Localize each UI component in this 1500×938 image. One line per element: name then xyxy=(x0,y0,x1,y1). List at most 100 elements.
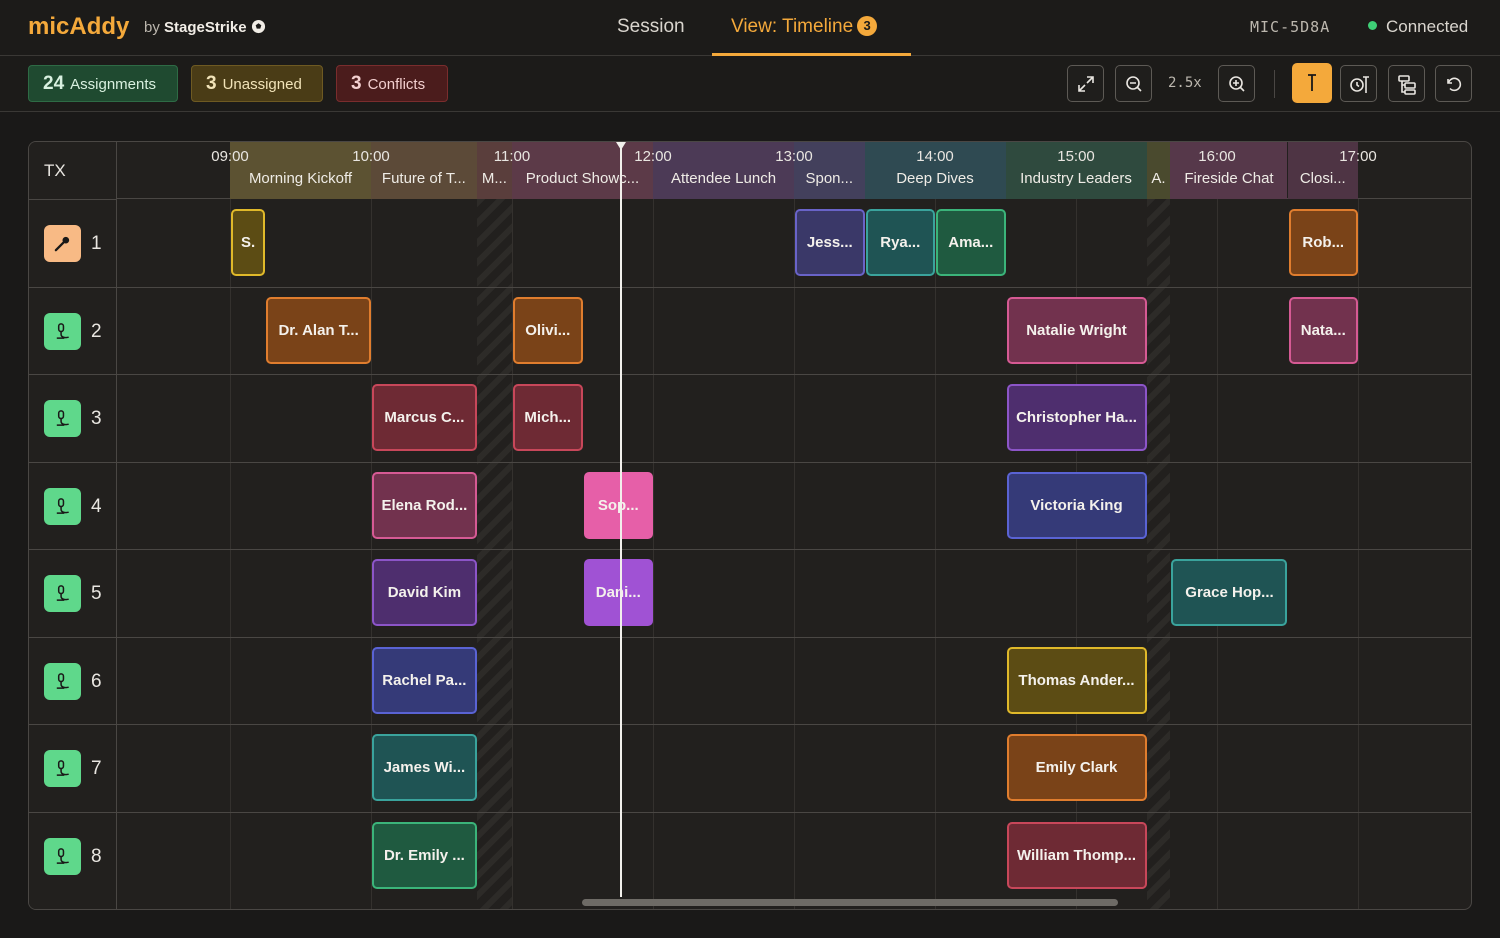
session-segment[interactable]: Attendee Lunch xyxy=(653,142,794,199)
assignment-block[interactable]: Rya... xyxy=(865,209,935,276)
assignment-block[interactable]: Thomas Ander... xyxy=(1006,646,1147,714)
time-tick-label: 09:00 xyxy=(211,148,249,165)
time-tick-label: 17:00 xyxy=(1339,148,1377,165)
reset-button[interactable] xyxy=(1435,65,1472,102)
horizontal-scrollbar[interactable] xyxy=(582,899,1118,906)
tab-session[interactable]: Session xyxy=(617,16,685,56)
mic-lavalier-icon[interactable] xyxy=(44,400,81,437)
zoom-in-button[interactable] xyxy=(1218,65,1255,102)
session-name: Closi... xyxy=(1299,170,1346,187)
time-tick-label: 16:00 xyxy=(1198,148,1236,165)
tx-row[interactable]: 4 xyxy=(29,461,117,549)
tx-row[interactable]: 5 xyxy=(29,549,117,636)
tab-view-badge: 3 xyxy=(857,16,878,36)
now-marker-button[interactable] xyxy=(1292,63,1332,103)
row-divider xyxy=(117,286,1471,288)
expand-icon xyxy=(1078,76,1094,92)
assignment-block[interactable]: Emily Clark xyxy=(1006,734,1147,801)
mic-lavalier-icon[interactable] xyxy=(44,312,81,350)
session-name: Industry Leaders xyxy=(1020,170,1132,187)
assignment-block[interactable]: Nata... xyxy=(1288,296,1358,364)
expand-button[interactable] xyxy=(1067,65,1104,102)
session-name: Product Showc... xyxy=(525,170,640,187)
assignments-badge[interactable]: 24 Assignments xyxy=(28,65,178,102)
row-divider xyxy=(117,461,1471,463)
tx-row[interactable]: 3 xyxy=(29,374,117,461)
mic-lavalier-icon[interactable] xyxy=(44,575,81,612)
transmitter-column: TX 1 2 3 4 5 6 7 8 xyxy=(29,142,117,909)
tx-row[interactable]: 7 xyxy=(29,724,117,811)
clock-marker-button[interactable] xyxy=(1340,65,1377,102)
unassigned-badge[interactable]: 3 Unassigned xyxy=(191,65,323,102)
assignment-block[interactable]: Christopher Ha... xyxy=(1006,384,1147,451)
reset-icon xyxy=(1447,77,1462,92)
hour-gridline xyxy=(1217,199,1218,909)
hour-gridline xyxy=(1358,199,1359,909)
assignment-block[interactable]: Marcus C... xyxy=(372,384,477,451)
timeline-panel: Morning Kickoff Future of T... M... Product… xyxy=(28,141,1472,910)
assignment-block[interactable]: S. xyxy=(231,209,266,276)
tx-row[interactable]: 6 xyxy=(29,636,117,724)
assignment-block[interactable]: Rachel Pa... xyxy=(372,646,477,714)
assignment-block[interactable]: Sop... xyxy=(583,471,653,539)
tx-number: 7 xyxy=(91,758,102,779)
mic-lavalier-icon[interactable] xyxy=(44,750,81,787)
tx-column-header: TX xyxy=(44,161,66,180)
session-name: Deep Dives xyxy=(896,170,974,187)
session-name: Future of T... xyxy=(381,170,466,187)
tx-row[interactable]: 2 xyxy=(29,286,117,374)
now-marker-line[interactable] xyxy=(619,142,622,897)
session-segment[interactable]: A. xyxy=(1146,142,1171,199)
row-divider xyxy=(117,374,1471,375)
conflicts-label: Conflicts xyxy=(367,76,426,93)
zoom-in-icon xyxy=(1229,76,1245,92)
unassigned-count: 3 xyxy=(206,73,217,94)
time-tick-label: 14:00 xyxy=(916,148,954,165)
assignment-block[interactable]: Mich... xyxy=(513,384,583,451)
assignment-block[interactable]: Dr. Alan T... xyxy=(266,296,371,364)
assignment-block[interactable]: William Thomp... xyxy=(1006,821,1147,889)
device-id: MIC-5D8A xyxy=(1250,18,1331,36)
row-divider xyxy=(117,724,1471,725)
assignment-block[interactable]: Rob... xyxy=(1288,209,1358,276)
assignments-label: Assignments xyxy=(70,76,157,93)
zoom-out-icon xyxy=(1126,76,1142,92)
assignment-block[interactable]: Natalie Wright xyxy=(1006,296,1147,364)
time-tick-label: 15:00 xyxy=(1057,148,1095,165)
break-gap-hatch xyxy=(1146,199,1171,909)
time-tick-label: 13:00 xyxy=(775,148,813,165)
app-logo: micAddy xyxy=(28,13,130,40)
mic-handheld-icon[interactable] xyxy=(44,225,81,262)
assignment-block[interactable]: Victoria King xyxy=(1006,471,1147,539)
tx-number: 4 xyxy=(91,495,102,517)
assignment-block[interactable]: Olivi... xyxy=(513,296,583,364)
assignment-block[interactable]: Grace Hop... xyxy=(1171,559,1288,626)
assignment-block[interactable]: Jess... xyxy=(795,209,865,276)
session-name: Morning Kickoff xyxy=(248,170,353,187)
assignment-block[interactable]: David Kim xyxy=(372,559,477,626)
mic-lavalier-icon[interactable] xyxy=(44,487,81,525)
assignment-block[interactable]: James Wi... xyxy=(372,734,477,801)
hour-gridline xyxy=(653,199,654,909)
assignment-block[interactable]: Dani... xyxy=(583,559,653,626)
assignment-block[interactable]: Elena Rod... xyxy=(372,471,477,539)
row-divider xyxy=(117,636,1471,638)
session-segment[interactable]: Product Showc... xyxy=(512,142,653,199)
unassigned-label: Unassigned xyxy=(222,76,302,93)
assignment-block[interactable]: Ama... xyxy=(936,209,1006,276)
session-name: A. xyxy=(1151,170,1166,187)
tab-view-label: View: Timeline xyxy=(731,16,854,37)
tab-view-timeline[interactable]: View: Timeline 3 xyxy=(712,16,911,56)
session-segment[interactable]: Morning Kickoff xyxy=(230,142,371,199)
now-marker-icon xyxy=(1308,74,1316,91)
session-name: Fireside Chat xyxy=(1184,170,1274,187)
tx-row[interactable]: 8 xyxy=(29,811,117,899)
assignment-block[interactable]: Dr. Emily ... xyxy=(372,821,477,889)
toolbar: 24 Assignments 3 Unassigned 3 Conflicts 2.5… xyxy=(0,56,1500,112)
mic-lavalier-icon[interactable] xyxy=(44,837,81,875)
layout-button[interactable] xyxy=(1388,65,1425,102)
zoom-out-button[interactable] xyxy=(1115,65,1152,102)
tx-row[interactable]: 1 xyxy=(29,199,117,286)
conflicts-badge[interactable]: 3 Conflicts xyxy=(336,65,448,102)
mic-lavalier-icon[interactable] xyxy=(44,662,81,700)
